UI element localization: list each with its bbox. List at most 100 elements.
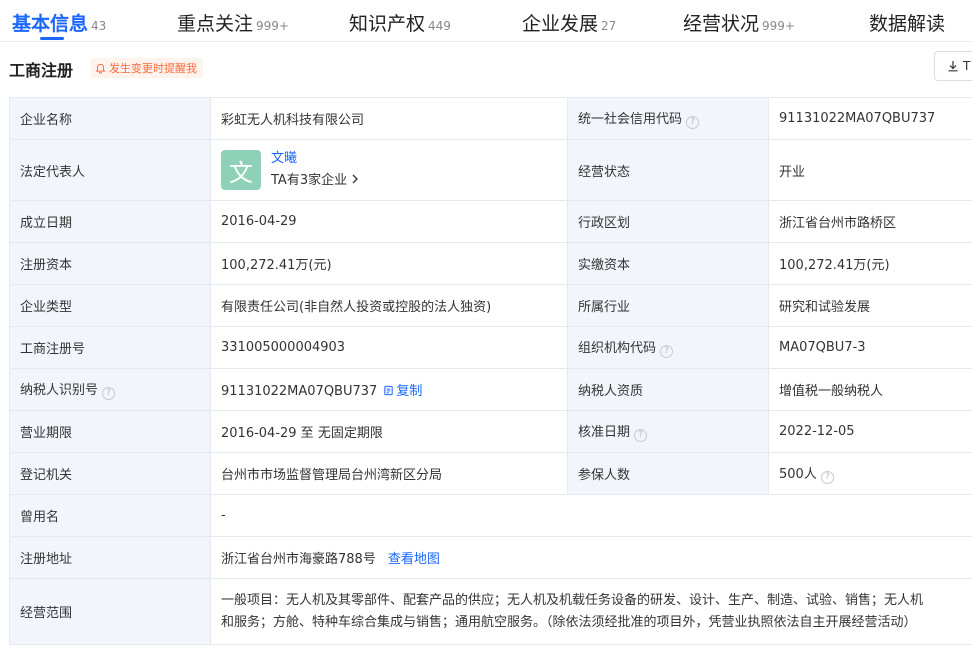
table-row: 企业类型 有限责任公司(非自然人投资或控股的法人独资) 所属行业 研究和试验发展 bbox=[9, 284, 972, 327]
tab-label: 企业发展 bbox=[522, 13, 599, 35]
copy-button[interactable]: 复制 bbox=[383, 384, 422, 399]
download-button[interactable]: T bbox=[934, 51, 972, 81]
insured-value: 500人 bbox=[779, 467, 817, 482]
field-label: 参保人数 bbox=[567, 452, 769, 495]
taxpayer-id-cell: 91131022MA07QBU737 复制 bbox=[210, 368, 568, 411]
tab-key-focus[interactable]: 重点关注 999+ bbox=[177, 9, 289, 36]
tab-label: 经营状况 bbox=[683, 13, 760, 35]
field-label: 曾用名 bbox=[9, 494, 211, 537]
field-label: 成立日期 bbox=[9, 200, 211, 243]
section-title: 工商注册 bbox=[9, 61, 74, 80]
taxpayer-id-label: 纳税人识别号 bbox=[20, 383, 99, 398]
field-label: 纳税人识别号? bbox=[9, 368, 211, 411]
field-label: 企业类型 bbox=[9, 284, 211, 327]
table-row: 注册地址 浙江省台州市海豪路788号 查看地图 bbox=[9, 536, 972, 579]
active-tab-indicator bbox=[40, 37, 64, 40]
field-label: 登记机关 bbox=[9, 452, 211, 495]
table-row: 成立日期 2016-04-29 行政区划 浙江省台州市路桥区 bbox=[9, 200, 972, 243]
tab-basic-info[interactable]: 基本信息 43 bbox=[12, 9, 106, 36]
table-row: 企业名称 彩虹无人机科技有限公司 统一社会信用代码? 91131022MA07Q… bbox=[9, 97, 972, 140]
change-reminder-button[interactable]: 发生变更时提醒我 bbox=[91, 58, 203, 78]
table-row: 登记机关 台州市市场监督管理局台州湾新区分局 参保人数 500人? bbox=[9, 452, 972, 495]
view-map-link[interactable]: 查看地图 bbox=[388, 552, 440, 567]
tab-label: 数据解读 bbox=[869, 13, 946, 35]
approve-value: 2022-12-05 bbox=[768, 410, 972, 453]
legal-rep-companies-label: TA有3家企业 bbox=[271, 173, 348, 188]
company-name-value: 彩虹无人机科技有限公司 bbox=[210, 97, 568, 140]
business-scope-value: 一般项目：无人机及其零部件、配套产品的供应；无人机及机载任务设备的研发、设计、生… bbox=[210, 578, 972, 645]
legal-rep-cell: 文 文曦 TA有3家企业 bbox=[210, 139, 568, 201]
reg-no-value: 331005000004903 bbox=[210, 326, 568, 369]
region-value: 浙江省台州市路桥区 bbox=[768, 200, 972, 243]
table-row: 曾用名 - bbox=[9, 494, 972, 537]
help-icon[interactable]: ? bbox=[820, 471, 834, 484]
tab-ip[interactable]: 知识产权 449 bbox=[349, 9, 451, 36]
table-row: 营业期限 2016-04-29 至 无固定期限 核准日期? 2022-12-05 bbox=[9, 410, 972, 453]
table-row: 纳税人识别号? 91131022MA07QBU737 复制 纳税人资质 增值税一般… bbox=[9, 368, 972, 411]
field-label: 注册地址 bbox=[9, 536, 211, 579]
tab-operations[interactable]: 经营状况 999+ bbox=[683, 9, 795, 36]
org-code-label: 组织机构代码 bbox=[578, 341, 657, 356]
founded-value: 2016-04-29 bbox=[210, 200, 568, 243]
field-label: 纳税人资质 bbox=[567, 368, 769, 411]
tab-count: 43 bbox=[91, 19, 107, 33]
tab-development[interactable]: 企业发展 27 bbox=[522, 9, 616, 36]
nav-tabs: 基本信息 43 重点关注 999+ 知识产权 449 企业发展 27 经营状况 999+ … bbox=[0, 0, 972, 42]
industry-value: 研究和试验发展 bbox=[768, 284, 972, 327]
field-label: 所属行业 bbox=[567, 284, 769, 327]
credit-code-value: 91131022MA07QBU737 bbox=[768, 97, 972, 140]
paid-capital-value: 100,272.41万(元) bbox=[768, 242, 972, 285]
legal-rep-companies-link[interactable]: TA有3家企业 bbox=[271, 170, 359, 192]
authority-value: 台州市市场监督管理局台州湾新区分局 bbox=[210, 452, 568, 495]
taxpayer-id-value: 91131022MA07QBU737 bbox=[221, 384, 378, 399]
address-value: 浙江省台州市海豪路788号 bbox=[221, 552, 376, 567]
help-icon[interactable]: ? bbox=[660, 345, 674, 358]
help-icon[interactable]: ? bbox=[102, 387, 116, 400]
tab-count: 449 bbox=[428, 19, 451, 33]
company-type-value: 有限责任公司(非自然人投资或控股的法人独资) bbox=[210, 284, 568, 327]
chevron-right-icon bbox=[352, 174, 359, 184]
help-icon[interactable]: ? bbox=[634, 429, 648, 442]
business-registration-table: 企业名称 彩虹无人机科技有限公司 统一社会信用代码? 91131022MA07Q… bbox=[9, 97, 972, 645]
field-label: 经营范围 bbox=[9, 578, 211, 645]
copy-icon bbox=[384, 385, 393, 396]
bell-icon bbox=[95, 63, 106, 74]
tab-count: 999+ bbox=[762, 19, 795, 33]
org-code-value: MA07QBU7-3 bbox=[768, 326, 972, 369]
download-icon bbox=[948, 61, 958, 72]
reminder-label: 发生变更时提醒我 bbox=[109, 62, 197, 75]
scope-line: 一般项目：无人机及其零部件、配套产品的供应；无人机及机载任务设备的研发、设计、生… bbox=[221, 592, 924, 608]
former-name-value: - bbox=[210, 494, 972, 537]
credit-code-label: 统一社会信用代码 bbox=[578, 112, 683, 127]
field-label: 工商注册号 bbox=[9, 326, 211, 369]
term-value: 2016-04-29 至 无固定期限 bbox=[210, 410, 568, 453]
table-row: 工商注册号 331005000004903 组织机构代码? MA07QBU7-3 bbox=[9, 326, 972, 369]
field-label: 注册资本 bbox=[9, 242, 211, 285]
field-label: 经营状态 bbox=[567, 139, 769, 201]
insured-cell: 500人? bbox=[768, 452, 972, 495]
field-label: 行政区划 bbox=[567, 200, 769, 243]
approve-label: 核准日期 bbox=[578, 425, 631, 440]
tab-label: 基本信息 bbox=[12, 13, 89, 35]
status-value: 开业 bbox=[768, 139, 972, 201]
field-label: 法定代表人 bbox=[9, 139, 211, 201]
address-cell: 浙江省台州市海豪路788号 查看地图 bbox=[210, 536, 972, 579]
download-label: T bbox=[963, 59, 971, 73]
table-row: 注册资本 100,272.41万(元) 实缴资本 100,272.41万(元) bbox=[9, 242, 972, 285]
field-label: 实缴资本 bbox=[567, 242, 769, 285]
field-label: 组织机构代码? bbox=[567, 326, 769, 369]
table-row: 法定代表人 文 文曦 TA有3家企业 经营状态 开业 bbox=[9, 139, 972, 201]
field-label: 核准日期? bbox=[567, 410, 769, 453]
table-row: 经营范围 一般项目：无人机及其零部件、配套产品的供应；无人机及机载任务设备的研发… bbox=[9, 578, 972, 645]
avatar: 文 bbox=[221, 150, 261, 190]
tab-label: 重点关注 bbox=[177, 13, 254, 35]
field-label: 统一社会信用代码? bbox=[567, 97, 769, 140]
reg-capital-value: 100,272.41万(元) bbox=[210, 242, 568, 285]
help-icon[interactable]: ? bbox=[686, 116, 700, 129]
field-label: 营业期限 bbox=[9, 410, 211, 453]
tab-count: 27 bbox=[601, 19, 617, 33]
field-label: 企业名称 bbox=[9, 97, 211, 140]
tab-data-insight[interactable]: 数据解读 bbox=[869, 9, 945, 36]
tab-count: 999+ bbox=[256, 19, 289, 33]
legal-rep-name-link[interactable]: 文曦 bbox=[271, 148, 359, 170]
